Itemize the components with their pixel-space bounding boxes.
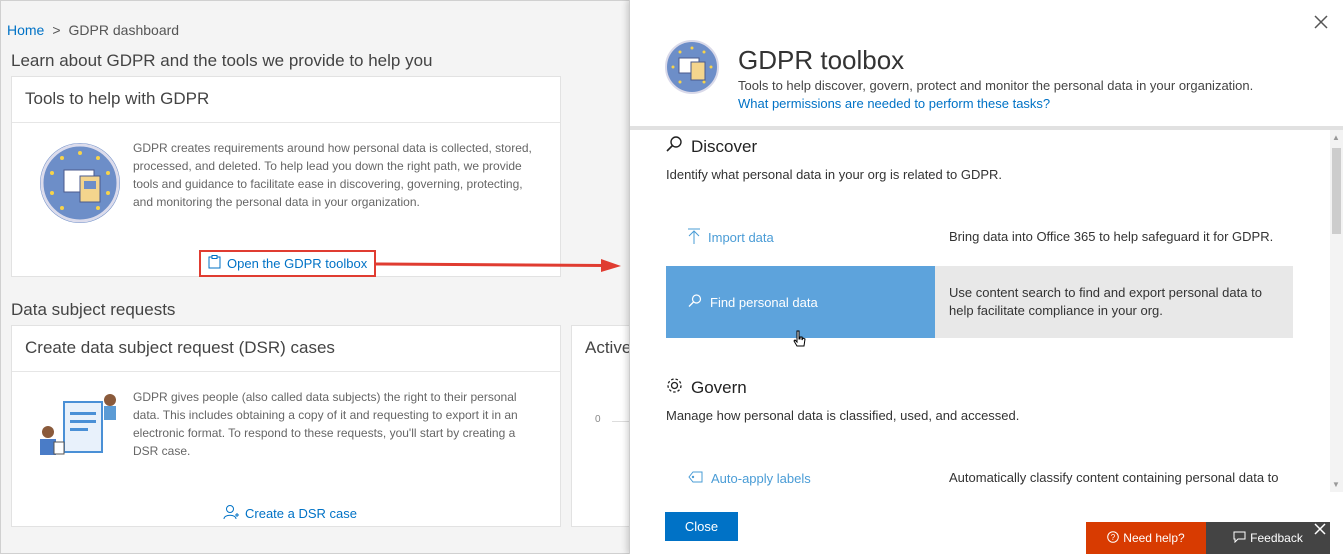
discover-description: Identify what personal data in your org … xyxy=(666,167,1003,182)
import-data-row[interactable]: Import data Bring data into Office 365 t… xyxy=(666,219,1293,255)
search-icon xyxy=(688,293,702,311)
panel-scroll-area[interactable]: Discover Identify what personal data in … xyxy=(630,130,1330,492)
active-chart-gridline xyxy=(612,421,629,422)
discover-title: Discover xyxy=(691,137,758,156)
find-personal-data-link[interactable]: Find personal data xyxy=(666,266,935,338)
tag-icon xyxy=(688,471,703,486)
scrollbar-thumb[interactable] xyxy=(1332,148,1341,234)
active-card-title: Active xyxy=(585,338,630,357)
find-personal-data-row[interactable]: Find personal data Use content search to… xyxy=(666,266,1293,338)
tools-card-text: GDPR creates requirements around how per… xyxy=(133,141,532,209)
breadcrumb: Home > GDPR dashboard xyxy=(7,22,179,38)
mouse-pointer-icon xyxy=(793,330,807,355)
auto-apply-labels-row[interactable]: Auto-apply labels Automatically classify… xyxy=(666,460,1293,492)
feedback-label: Feedback xyxy=(1250,531,1303,545)
dsr-card-text: GDPR gives people (also called data subj… xyxy=(133,390,518,458)
breadcrumb-home[interactable]: Home xyxy=(7,22,44,38)
panel-scrollbar[interactable]: ▲ ▼ xyxy=(1330,130,1343,492)
open-gdpr-toolbox-link[interactable]: Open the GDPR toolbox xyxy=(199,250,377,277)
tools-card: Tools to help with GDPR GDPR creates req… xyxy=(11,76,561,277)
gdpr-badge-icon xyxy=(40,143,120,223)
find-personal-data-label: Find personal data xyxy=(710,294,818,310)
import-data-label: Import data xyxy=(708,229,774,245)
breadcrumb-current: GDPR dashboard xyxy=(68,22,180,38)
auto-apply-labels-description: Automatically classify content containin… xyxy=(949,470,1279,485)
active-card: Active 0 xyxy=(571,325,630,527)
dashboard-page: Home > GDPR dashboard Learn about GDPR a… xyxy=(0,0,630,554)
create-dsr-case-label: Create a DSR case xyxy=(245,506,357,521)
tools-card-title: Tools to help with GDPR xyxy=(12,77,560,123)
permissions-link[interactable]: What permissions are needed to perform t… xyxy=(738,96,1050,111)
find-personal-data-description: Use content search to find and export pe… xyxy=(949,285,1262,318)
dsr-illustration-icon xyxy=(34,392,124,467)
feedback-close-icon[interactable] xyxy=(1314,522,1326,540)
auto-apply-labels-label: Auto-apply labels xyxy=(711,470,811,486)
dsr-section-title: Data subject requests xyxy=(11,300,176,319)
need-help-button[interactable]: ? Need help? xyxy=(1086,522,1206,554)
dsr-card: Create data subject request (DSR) cases … xyxy=(11,325,561,527)
import-data-description: Bring data into Office 365 to help safeg… xyxy=(949,229,1274,244)
auto-apply-labels-link[interactable]: Auto-apply labels xyxy=(666,460,935,492)
govern-heading: Govern xyxy=(666,377,747,399)
upload-icon xyxy=(688,228,700,247)
gdpr-toolbox-badge-icon xyxy=(665,40,719,94)
clipboard-icon xyxy=(208,255,221,272)
govern-description: Manage how personal data is classified, … xyxy=(666,408,1020,423)
breadcrumb-separator: > xyxy=(52,22,61,38)
active-chart-axis-zero: 0 xyxy=(595,414,601,425)
learn-section-title: Learn about GDPR and the tools we provid… xyxy=(11,51,433,70)
question-icon: ? xyxy=(1107,530,1120,546)
scroll-down-icon[interactable]: ▼ xyxy=(1332,480,1340,489)
create-dsr-case-link[interactable]: Create a DSR case xyxy=(223,504,357,523)
gear-icon xyxy=(666,377,683,399)
open-gdpr-toolbox-label: Open the GDPR toolbox xyxy=(227,256,368,271)
dsr-card-title: Create data subject request (DSR) cases xyxy=(12,326,560,372)
feedback-button[interactable]: Feedback xyxy=(1206,522,1330,554)
import-data-link[interactable]: Import data xyxy=(666,219,935,255)
discover-heading: Discover xyxy=(666,136,757,158)
add-person-icon xyxy=(223,504,239,523)
close-button[interactable]: Close xyxy=(665,512,738,541)
gdpr-toolbox-panel: GDPR toolbox Tools to help discover, gov… xyxy=(629,0,1344,554)
callout-arrow-icon xyxy=(376,259,621,272)
panel-close-icon[interactable] xyxy=(1314,12,1328,35)
feedback-icon xyxy=(1233,531,1246,546)
panel-subtitle: Tools to help discover, govern, protect … xyxy=(738,78,1254,93)
need-help-label: Need help? xyxy=(1123,531,1185,545)
search-icon xyxy=(666,136,683,158)
svg-text:?: ? xyxy=(1111,533,1116,542)
panel-title: GDPR toolbox xyxy=(738,45,905,75)
govern-title: Govern xyxy=(691,378,747,397)
scroll-up-icon[interactable]: ▲ xyxy=(1332,133,1340,142)
